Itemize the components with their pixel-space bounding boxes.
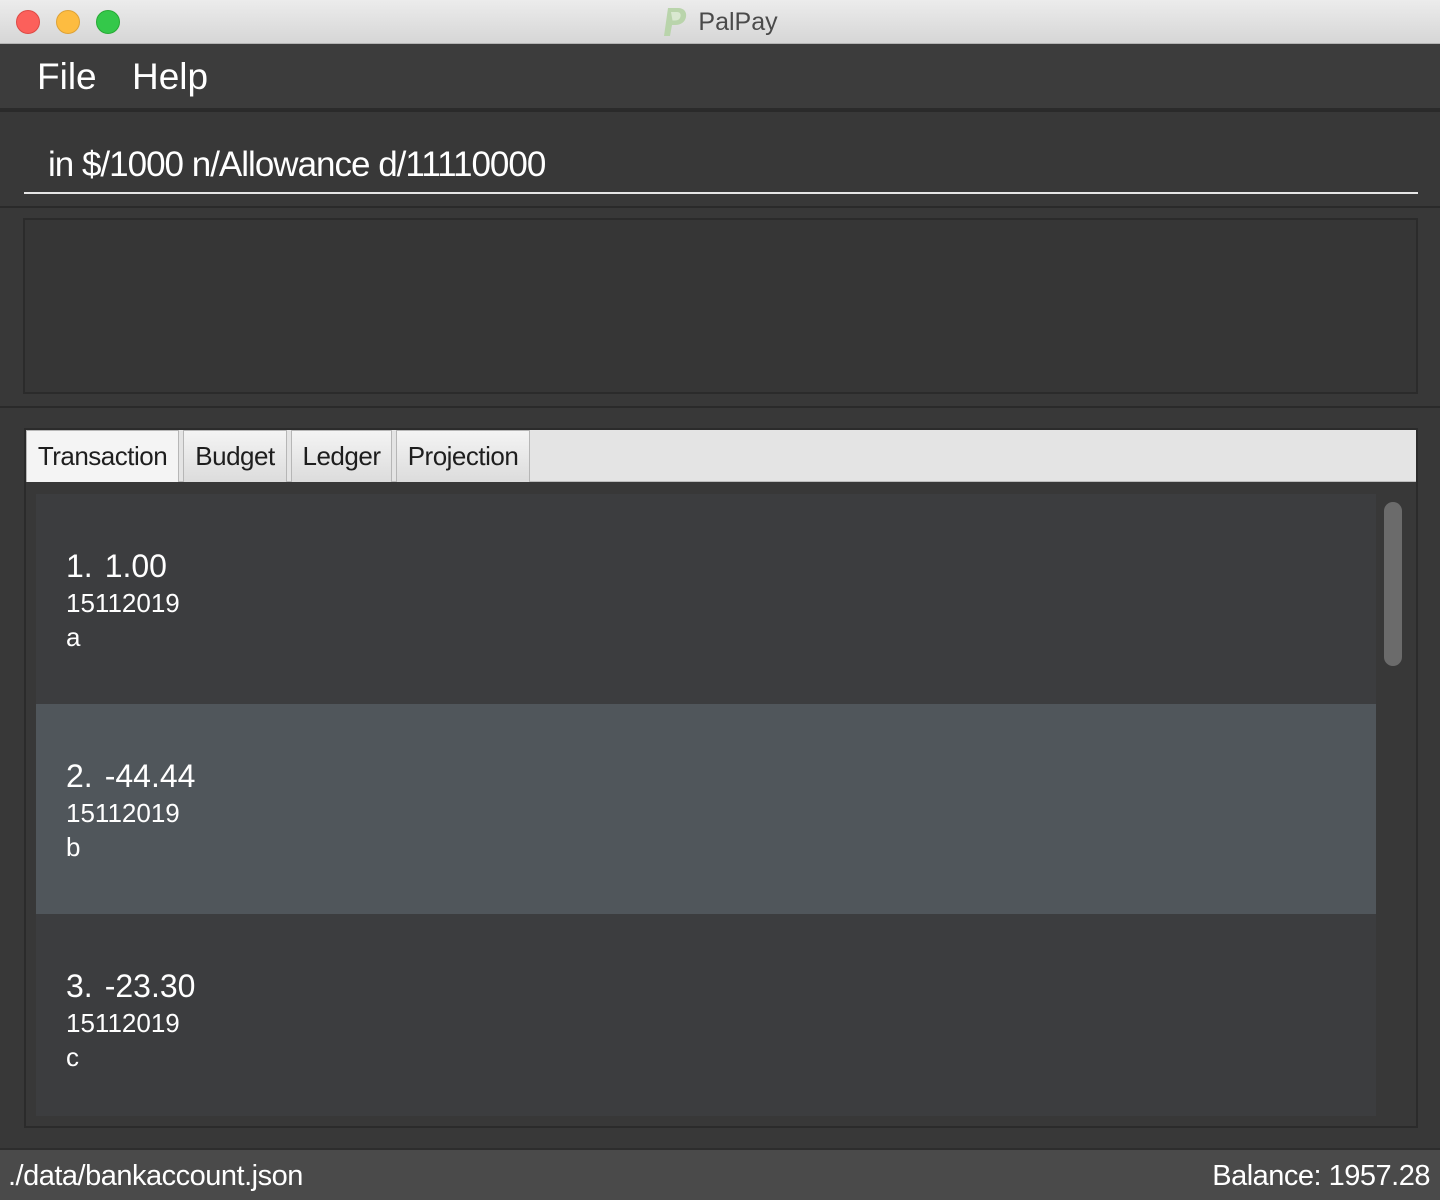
transaction-date: 15112019 (66, 798, 180, 828)
transaction-header: 3. -23.30 (66, 968, 195, 1005)
transaction-card[interactable]: 1. 1.00 15112019 a (36, 494, 1376, 704)
divider (0, 406, 1440, 408)
transaction-description: b (66, 832, 81, 862)
list-scrollbar[interactable] (1380, 494, 1406, 1116)
transaction-index: 2. (66, 758, 93, 794)
command-input[interactable] (24, 112, 1418, 194)
transaction-card[interactable]: 2. -44.44 15112019 b (36, 704, 1376, 914)
tab-ledger[interactable]: Ledger (291, 430, 392, 482)
title-bar: PalPay (0, 0, 1440, 44)
result-display (23, 218, 1418, 394)
tab-header: Transaction Budget Ledger Projection (26, 430, 1416, 482)
status-file-path: ./data/bankaccount.json (8, 1160, 303, 1192)
tab-projection[interactable]: Projection (396, 430, 530, 482)
scrollbar-thumb[interactable] (1384, 502, 1402, 666)
transaction-date: 15112019 (66, 588, 180, 618)
status-bar: ./data/bankaccount.json Balance: 1957.28 (0, 1148, 1440, 1200)
transaction-index: 3. (66, 968, 93, 1004)
transaction-date: 15112019 (66, 1008, 180, 1038)
app-window: PalPay File Help Transaction Budget Ledg… (0, 0, 1440, 1200)
transaction-header: 2. -44.44 (66, 758, 195, 795)
menu-file[interactable]: File (37, 56, 97, 98)
divider (0, 206, 1440, 208)
transaction-amount: -23.30 (104, 968, 196, 1004)
window-title: PalPay (698, 7, 778, 36)
transaction-amount: -44.44 (104, 758, 196, 794)
palpay-logo-icon (664, 8, 687, 36)
command-box-container (0, 110, 1440, 206)
transaction-description: a (66, 622, 81, 652)
title-group: PalPay (0, 0, 1440, 44)
transaction-list[interactable]: 1. 1.00 15112019 a 2. -44.44 15112019 b 3.… (36, 494, 1376, 1116)
tab-transaction[interactable]: Transaction (26, 430, 179, 482)
tab-budget[interactable]: Budget (183, 430, 287, 482)
transaction-index: 1. (66, 548, 93, 584)
transaction-amount: 1.00 (104, 548, 167, 584)
tab-pane: Transaction Budget Ledger Projection 1. 1… (24, 428, 1418, 1128)
menu-help[interactable]: Help (132, 56, 208, 98)
status-balance: Balance: 1957.28 (1212, 1160, 1430, 1192)
transaction-card[interactable]: 3. -23.30 15112019 c (36, 914, 1376, 1116)
transaction-description: c (66, 1042, 79, 1072)
transaction-header: 1. 1.00 (66, 548, 167, 585)
menu-bar: File Help (0, 44, 1440, 110)
